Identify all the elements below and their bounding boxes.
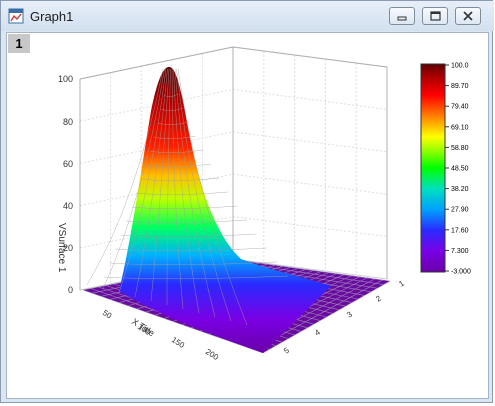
y-tick-4: 4 xyxy=(313,327,322,337)
colorbar-label: 7.300 xyxy=(451,248,469,255)
colorbar-label: 100.0 xyxy=(451,63,469,70)
x-tick-50: 50 xyxy=(101,308,114,321)
colorbar-label: 27.90 xyxy=(451,207,469,214)
z-tick-60: 60 xyxy=(63,159,73,169)
colorbar-label: 58.80 xyxy=(451,145,469,152)
colorbar-label: 69.10 xyxy=(451,124,469,131)
colorbar-label: -3.000 xyxy=(451,269,471,276)
z-tick-80: 80 xyxy=(63,117,73,127)
x-axis-title: X Title xyxy=(130,316,156,338)
y-tick-1: 1 xyxy=(397,278,406,288)
colorbar-label: 89.70 xyxy=(451,83,469,90)
colorbar-scale xyxy=(420,63,446,273)
z-tick-0: 0 xyxy=(68,285,73,295)
colorbar: 100.0 89.70 79.40 69.10 58.80 48.50 38.20 27.90… xyxy=(420,63,471,276)
y-tick-2: 2 xyxy=(374,293,383,303)
colorbar-label: 38.20 xyxy=(451,186,469,193)
z-axis: 0 20 40 60 80 100 VSurface 1 xyxy=(56,74,73,295)
y-tick-3: 3 xyxy=(345,309,354,319)
z-axis-title: VSurface 1 xyxy=(56,223,67,273)
z-tick-100: 100 xyxy=(58,74,73,84)
x-tick-150: 150 xyxy=(170,335,187,350)
colorbar-label: 17.60 xyxy=(451,227,469,234)
colorbar-label: 48.50 xyxy=(451,166,469,173)
z-tick-40: 40 xyxy=(63,201,73,211)
surface-chart: 0 20 40 60 80 100 VSurface 1 50 100 150 … xyxy=(56,46,471,362)
colorbar-label: 79.40 xyxy=(451,104,469,111)
x-tick-200: 200 xyxy=(204,347,221,362)
y-tick-5: 5 xyxy=(282,345,291,355)
graph-window: Graph1 1 0 20 40 60 80 100 VSurface 1 50… xyxy=(0,0,494,403)
